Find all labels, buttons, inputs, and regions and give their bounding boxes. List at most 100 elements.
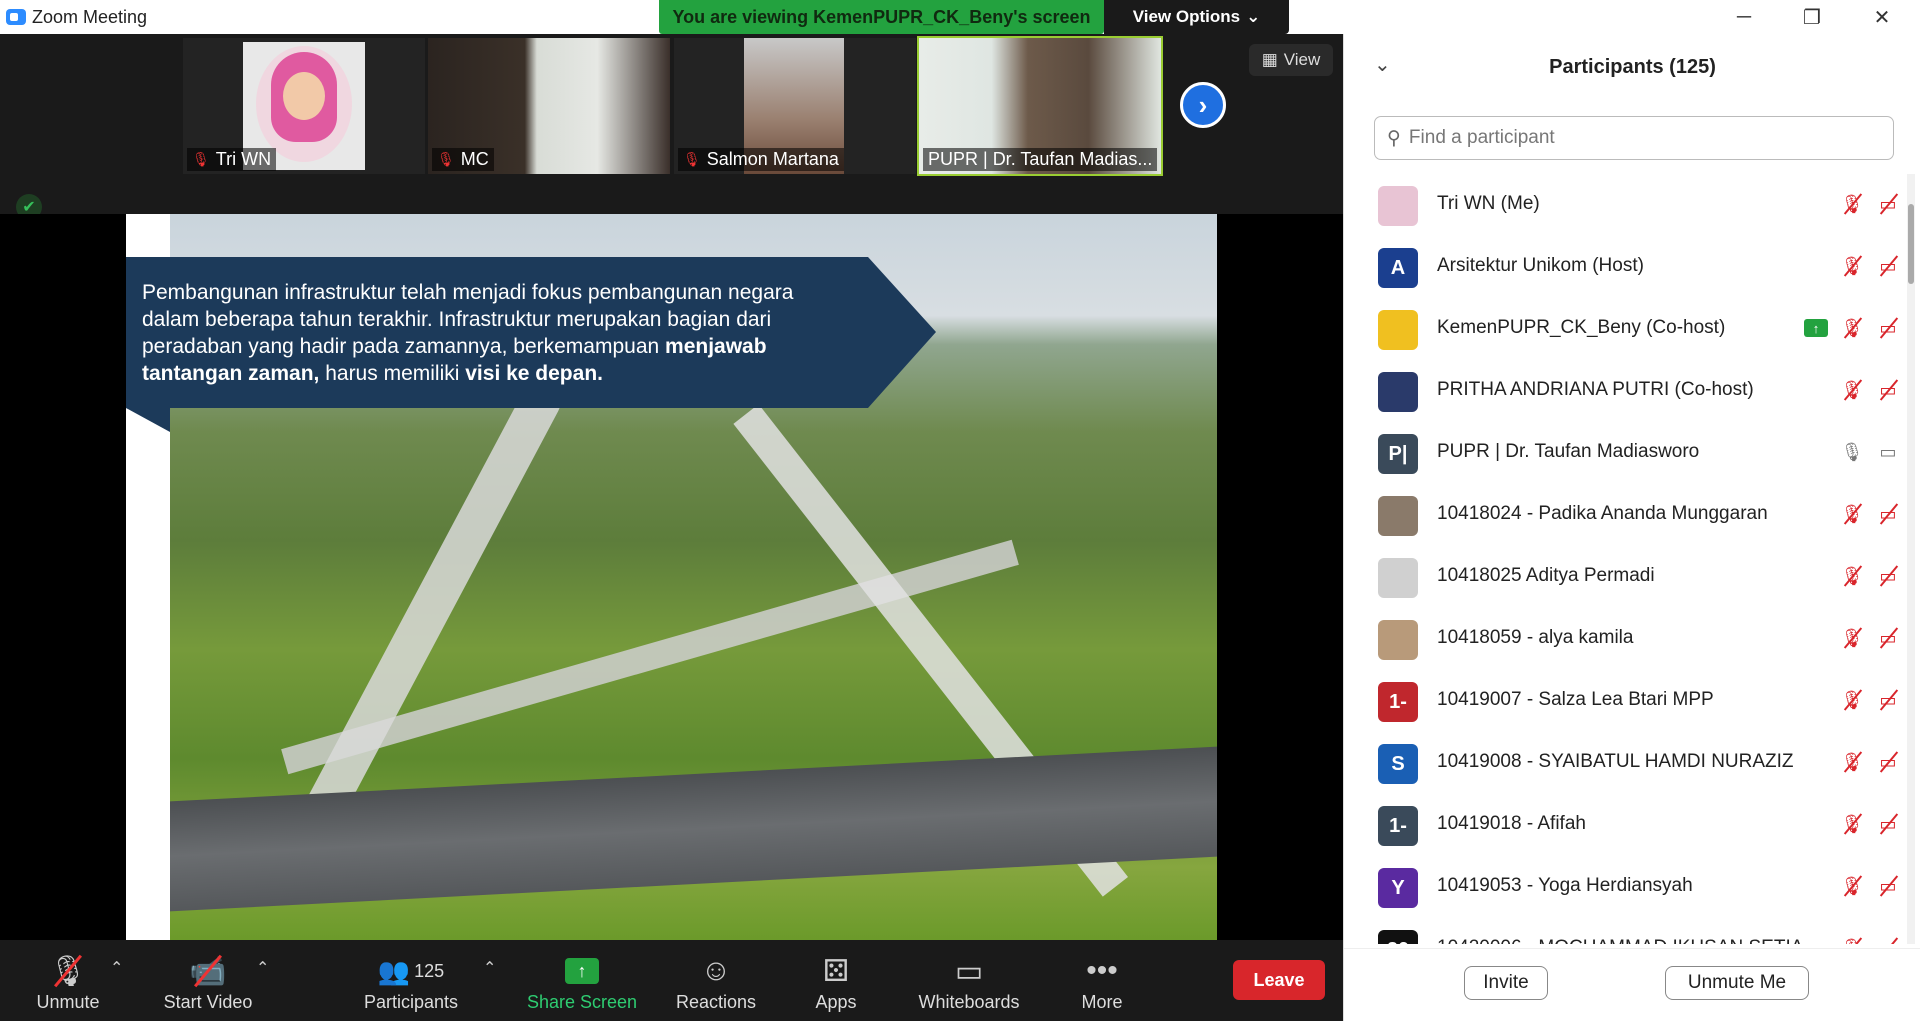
- muted-mic-icon: 🎙: [437, 151, 455, 167]
- smiley-icon: ☺: [700, 954, 732, 987]
- participant-row[interactable]: KemenPUPR_CK_Beny (Co-host) ↑ 🎙 ▭: [1344, 298, 1904, 360]
- participant-search-box[interactable]: ⚲: [1374, 116, 1894, 160]
- participant-row[interactable]: 10418059 - alya kamila 🎙 ▭: [1344, 608, 1904, 670]
- participants-panel: Participants (125) ⌄ ⚲ Tri WN (Me)🎙▭AArs…: [1343, 34, 1920, 1021]
- participant-row[interactable]: A Arsitektur Unikom (Host) 🎙 ▭: [1344, 236, 1904, 298]
- video-camera-off-icon[interactable]: ▭: [1876, 625, 1900, 651]
- video-thumbnail[interactable]: 🎙 Tri WN: [183, 38, 425, 174]
- avatar: A: [1378, 248, 1418, 288]
- microphone-muted-icon[interactable]: 🎙: [1840, 315, 1864, 341]
- video-camera-off-icon[interactable]: ▭: [1876, 253, 1900, 279]
- video-thumbnail-strip: 🎙 Tri WN 🎙 MC 🎙 Salmon Martana PUPR | Dr…: [0, 34, 1343, 220]
- leave-button[interactable]: Leave: [1233, 960, 1325, 1000]
- minimize-button[interactable]: ─: [1714, 0, 1774, 34]
- microphone-muted-icon[interactable]: 🎙: [1840, 625, 1864, 651]
- microphone-muted-icon[interactable]: 🎙: [1840, 749, 1864, 775]
- participant-name: 10418024 - Padika Ananda Munggaran: [1437, 503, 1768, 524]
- slide-text-banner: Pembangunan infrastruktur telah menjadi …: [126, 257, 936, 408]
- participant-row[interactable]: P| PUPR | Dr. Taufan Madiasworo 🎙 ▭: [1344, 422, 1904, 484]
- video-camera-off-icon[interactable]: ▭: [1876, 873, 1900, 899]
- video-thumbnail[interactable]: 🎙 Salmon Martana: [674, 38, 916, 174]
- participant-row[interactable]: 1- 10419018 - Afifah 🎙 ▭: [1344, 794, 1904, 856]
- close-button[interactable]: ✕: [1852, 0, 1912, 34]
- participant-row[interactable]: 1- 10419007 - Salza Lea Btari MPP 🎙 ▭: [1344, 670, 1904, 732]
- reactions-button[interactable]: ☺ Reactions: [670, 940, 762, 1021]
- audio-options-caret-icon[interactable]: ⌃: [110, 958, 123, 978]
- whiteboards-button[interactable]: ▭ Whiteboards: [910, 940, 1028, 1021]
- participants-button[interactable]: 👥 125 Participants: [356, 940, 466, 1021]
- microphone-muted-icon[interactable]: 🎙: [1840, 687, 1864, 713]
- participant-row[interactable]: PRITHA ANDRIANA PUTRI (Co-host) 🎙 ▭: [1344, 360, 1904, 422]
- microphone-muted-icon[interactable]: 🎙: [1840, 191, 1864, 217]
- thumbnail-name-tag: 🎙 Salmon Martana: [678, 148, 844, 171]
- video-camera-icon[interactable]: ▭: [1876, 439, 1900, 465]
- microphone-muted-icon[interactable]: 🎙: [1840, 563, 1864, 589]
- avatar: Y: [1378, 868, 1418, 908]
- participant-status-icons: 🎙▭: [1840, 501, 1900, 527]
- participant-row[interactable]: Y 10419053 - Yoga Herdiansyah 🎙 ▭: [1344, 856, 1904, 918]
- view-label: View: [1283, 50, 1321, 69]
- video-camera-off-icon[interactable]: ▭: [1876, 811, 1900, 837]
- unmute-me-button[interactable]: Unmute Me: [1665, 966, 1809, 1000]
- scrollbar-thumb[interactable]: [1908, 204, 1914, 284]
- microphone-muted-icon[interactable]: 🎙: [1840, 253, 1864, 279]
- participant-name: Tri WN (Me): [1437, 193, 1540, 214]
- microphone-muted-icon[interactable]: 🎙: [1840, 377, 1864, 403]
- participant-name: 10418059 - alya kamila: [1437, 627, 1634, 648]
- video-thumbnail[interactable]: 🎙 MC: [428, 38, 670, 174]
- participant-status-icons: 🎙▭: [1840, 563, 1900, 589]
- participant-name: 10418025 Aditya Permadi: [1437, 565, 1655, 586]
- microphone-muted-icon[interactable]: 🎙: [1840, 501, 1864, 527]
- view-options-button[interactable]: View Options ⌄: [1104, 0, 1289, 34]
- start-video-button[interactable]: 📹 Start Video: [150, 940, 266, 1021]
- participant-row[interactable]: Tri WN (Me) 🎙 ▭: [1344, 174, 1904, 236]
- thumbnail-name: Salmon Martana: [706, 149, 839, 169]
- participants-count: 125: [414, 960, 445, 981]
- search-input[interactable]: [1408, 127, 1869, 149]
- video-camera-off-icon[interactable]: ▭: [1876, 935, 1900, 945]
- microphone-muted-icon[interactable]: 🎙: [1840, 935, 1864, 945]
- screen-sharing-icon: ↑: [1804, 319, 1828, 337]
- maximize-button[interactable]: ❐: [1782, 0, 1842, 34]
- avatar: [1378, 620, 1418, 660]
- video-camera-off-icon[interactable]: ▭: [1876, 563, 1900, 589]
- microphone-muted-icon[interactable]: 🎙: [1840, 811, 1864, 837]
- share-screen-button[interactable]: ↑ Share Screen: [524, 940, 640, 1021]
- meeting-toolbar: 🎙 Unmute ⌃ 📹 Start Video ⌃ 👥 125 Particip…: [0, 940, 1343, 1021]
- avatar: [1378, 186, 1418, 226]
- video-options-caret-icon[interactable]: ⌃: [256, 958, 269, 978]
- invite-button[interactable]: Invite: [1464, 966, 1548, 1000]
- video-camera-off-icon[interactable]: ▭: [1876, 687, 1900, 713]
- video-camera-off-icon[interactable]: ▭: [1876, 749, 1900, 775]
- thumbnail-name: MC: [460, 149, 489, 169]
- more-button[interactable]: ••• More: [1076, 940, 1128, 1021]
- next-page-arrow-icon[interactable]: ›: [1180, 82, 1226, 128]
- participant-status-icons: 🎙▭: [1840, 377, 1900, 403]
- video-camera-off-icon[interactable]: ▭: [1876, 501, 1900, 527]
- apps-icon: ⚄: [822, 954, 850, 988]
- participant-list-scrollbar[interactable]: [1907, 174, 1915, 944]
- avatar: P|: [1378, 434, 1418, 474]
- video-camera-off-icon[interactable]: ▭: [1876, 315, 1900, 341]
- video-camera-off-icon[interactable]: ▭: [1876, 377, 1900, 403]
- video-camera-off-icon: 📹: [189, 950, 226, 992]
- apps-button[interactable]: ⚄ Apps: [806, 940, 866, 1021]
- participants-icon: 👥 125: [377, 955, 445, 986]
- thumbnail-name: PUPR | Dr. Taufan Madias...: [928, 149, 1153, 169]
- unmute-button[interactable]: 🎙 Unmute: [28, 940, 108, 1021]
- avatar: [1378, 310, 1418, 350]
- microphone-muted-icon[interactable]: 🎙: [1840, 873, 1864, 899]
- participant-row[interactable]: 2010420006 - MOCHAMMAD IKHSAN SETIA...🎙▭: [1344, 918, 1904, 944]
- participant-row[interactable]: 10418024 - Padika Ananda Munggaran 🎙 ▭: [1344, 484, 1904, 546]
- participant-status-icons: 🎙▭: [1840, 749, 1900, 775]
- video-camera-off-icon[interactable]: ▭: [1876, 191, 1900, 217]
- participants-options-caret-icon[interactable]: ⌃: [483, 958, 496, 978]
- microphone-icon[interactable]: 🎙: [1840, 439, 1864, 465]
- participant-row[interactable]: S 10419008 - SYAIBATUL HAMDI NURAZIZ 🎙 ▭: [1344, 732, 1904, 794]
- panel-header: Participants (125) ⌄: [1344, 34, 1920, 102]
- participant-name: 10419018 - Afifah: [1437, 813, 1586, 834]
- collapse-chevron-icon[interactable]: ⌄: [1374, 52, 1391, 77]
- gallery-view-button[interactable]: ▦ View: [1249, 44, 1333, 76]
- video-thumbnail-active-speaker[interactable]: PUPR | Dr. Taufan Madias...: [917, 36, 1163, 176]
- participant-row[interactable]: 10418025 Aditya Permadi 🎙 ▭: [1344, 546, 1904, 608]
